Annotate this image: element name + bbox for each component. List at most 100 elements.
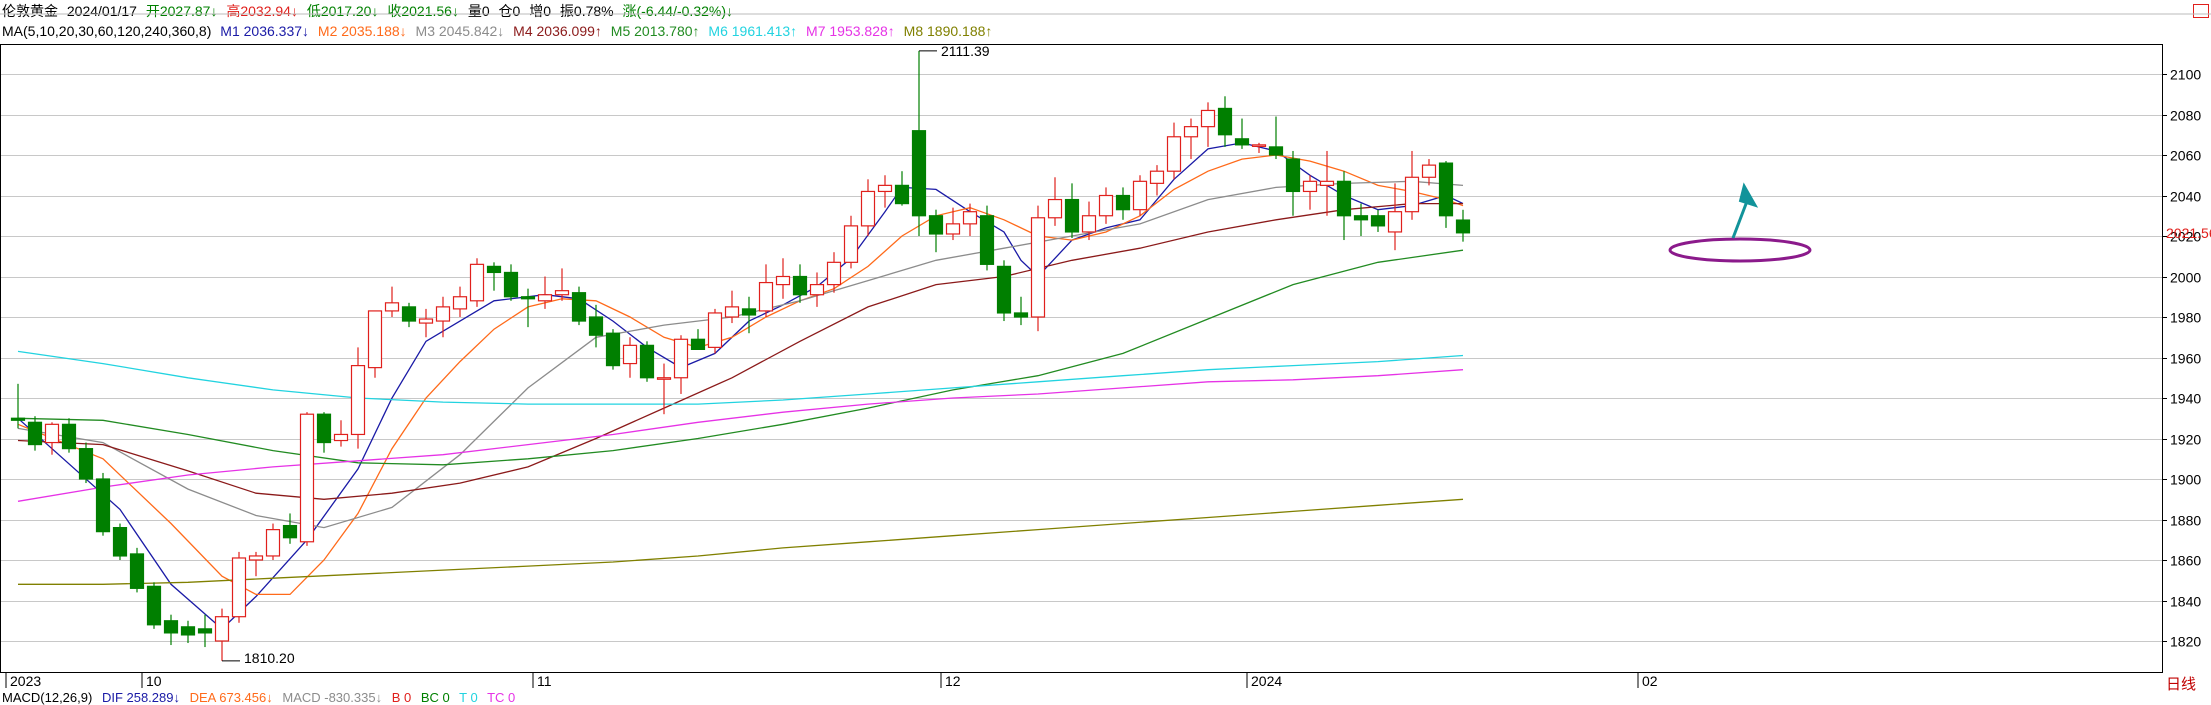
candle-body <box>1132 180 1148 211</box>
candle-body <box>333 433 349 442</box>
candle-body <box>418 318 434 324</box>
candle-body <box>656 377 672 380</box>
moving-average-lines <box>17 142 1464 630</box>
candle <box>1421 159 1437 186</box>
candle-body <box>435 306 451 322</box>
candle <box>469 258 485 307</box>
candle-body <box>1421 164 1437 178</box>
high-label: 2111.39 <box>941 43 990 59</box>
candle <box>112 523 128 560</box>
candle-body <box>622 344 638 365</box>
y-tick-label: 1960 <box>2170 351 2201 367</box>
candle <box>1268 116 1284 160</box>
candle <box>894 171 910 206</box>
candle <box>333 420 349 447</box>
candle <box>860 179 876 236</box>
candle-body <box>639 344 655 379</box>
candle-body <box>503 271 519 298</box>
candle <box>1030 205 1046 332</box>
candle <box>452 286 468 317</box>
candle <box>95 472 111 536</box>
candle-body <box>61 423 77 450</box>
candle <box>996 260 1012 322</box>
candle-body <box>316 413 332 444</box>
candle <box>605 329 621 370</box>
candle-body <box>10 417 26 421</box>
candle-body <box>673 338 689 379</box>
y-tick-label: 1940 <box>2170 391 2201 407</box>
candle <box>129 547 145 593</box>
candle-body <box>44 423 60 444</box>
candle-body <box>214 616 230 642</box>
ma-line-m4 <box>17 202 1463 500</box>
annotation-ellipse <box>1668 237 1812 263</box>
candle-body <box>1438 162 1454 217</box>
candle <box>758 264 774 317</box>
candle-body <box>520 296 536 300</box>
candle-body <box>1013 312 1029 318</box>
candle <box>571 286 587 326</box>
period-label[interactable]: 日线 <box>2166 673 2196 694</box>
candle <box>316 412 332 453</box>
candle-body <box>95 478 111 533</box>
candle-body <box>1166 136 1182 172</box>
candle-body <box>928 215 944 235</box>
candle <box>1438 161 1454 228</box>
y-tick-label: 2080 <box>2170 108 2201 124</box>
candle-body <box>1047 198 1063 219</box>
ma-line-m5 <box>17 249 1464 466</box>
y-tick-label: 1980 <box>2170 310 2201 326</box>
candle-body <box>265 529 281 557</box>
candle <box>1404 150 1420 220</box>
x-tick-label: 2024 <box>1251 673 1282 689</box>
candle <box>741 296 757 334</box>
candle <box>282 513 298 544</box>
annotations: 2111.39 1810.20 2021.56 <box>222 43 2211 666</box>
candle-body <box>724 306 740 318</box>
candle-body <box>180 626 196 636</box>
candle-body <box>452 296 468 310</box>
y-tick-label: 1860 <box>2170 553 2201 569</box>
candle-body <box>945 223 961 235</box>
candle-body <box>367 310 383 369</box>
candle-body <box>741 308 757 316</box>
candle <box>979 205 995 271</box>
y-tick-label: 1840 <box>2170 594 2201 610</box>
y-tick-label: 2060 <box>2170 148 2201 164</box>
candle <box>146 582 162 629</box>
candle <box>78 442 94 484</box>
candle <box>503 264 519 301</box>
candle-body <box>1081 215 1097 233</box>
candle <box>1166 122 1182 180</box>
candle <box>1234 118 1250 149</box>
candle-body <box>1030 217 1046 318</box>
candle <box>435 296 451 338</box>
candle-body <box>1302 180 1318 193</box>
candle <box>639 341 655 382</box>
candle-body <box>843 225 859 263</box>
candle <box>401 302 417 328</box>
candle-body <box>1353 215 1369 221</box>
ma-line-m2 <box>17 154 1464 596</box>
x-tick-label: 10 <box>146 673 162 689</box>
candle-body <box>299 413 315 543</box>
y-tick-label: 1820 <box>2170 634 2201 650</box>
candlestick-chart: 1820 1840 1860 1880 1900 1920 1940 1960 1980 2000… <box>0 13 2211 689</box>
candle-body <box>1217 107 1233 136</box>
candle <box>61 418 77 453</box>
candle <box>231 551 247 623</box>
candle <box>1047 177 1063 226</box>
candle <box>163 614 179 646</box>
candle <box>928 209 944 253</box>
candle <box>418 308 434 338</box>
candle <box>1115 187 1131 220</box>
y-tick-label: 1880 <box>2170 513 2201 529</box>
candle <box>1132 175 1148 216</box>
candle <box>843 215 859 269</box>
candle <box>622 337 638 378</box>
low-label: 1810.20 <box>244 650 295 666</box>
candle-body <box>571 292 587 322</box>
candle-body <box>350 365 366 436</box>
candle <box>299 412 315 546</box>
candle-body <box>1064 198 1080 233</box>
